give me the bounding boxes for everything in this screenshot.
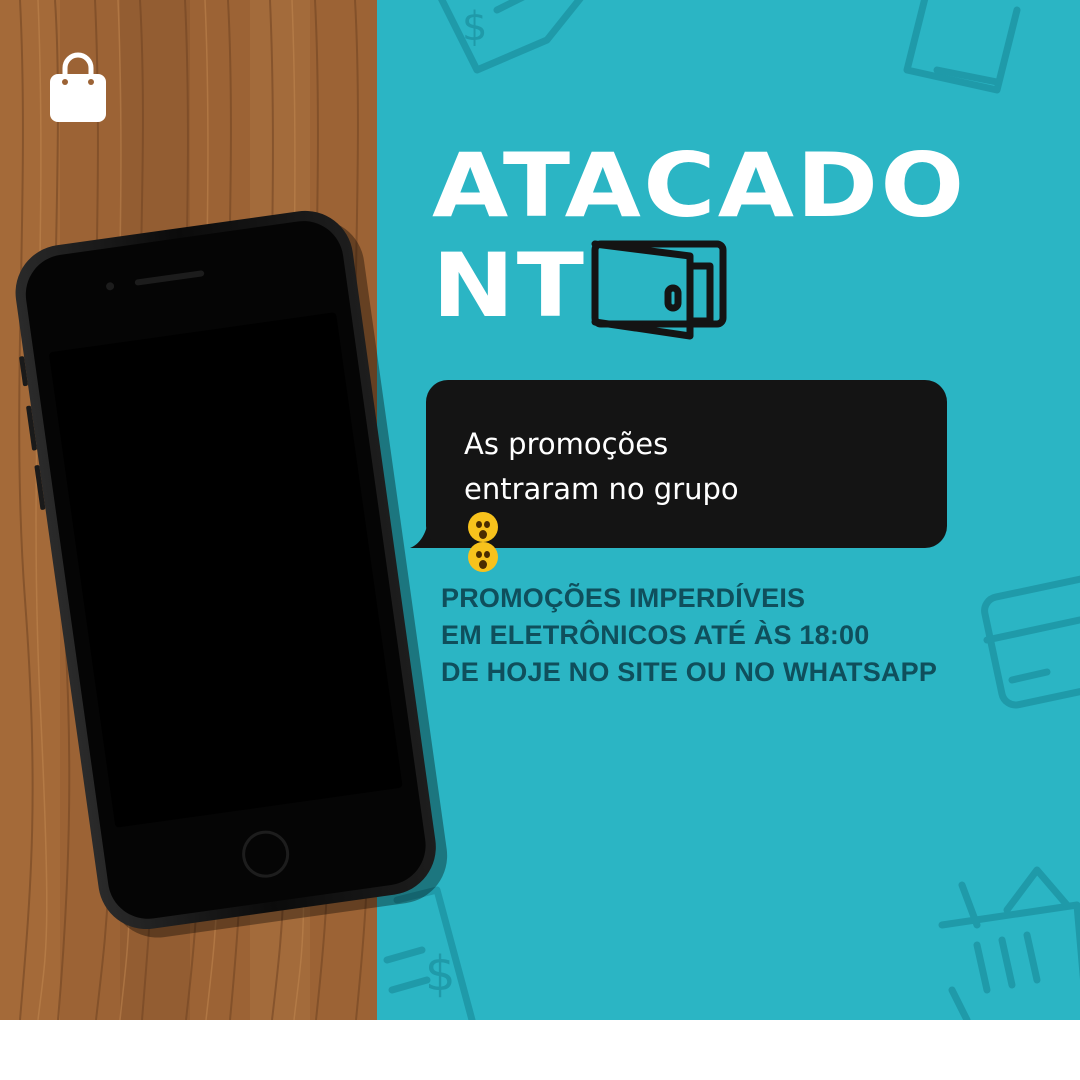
promo-line1: PROMOÇÕES IMPERDÍVEIS	[441, 583, 806, 613]
promo-post: $ $ ATACADO NT As promoções entraram no …	[0, 0, 1080, 1020]
astonished-face-emoji	[468, 512, 498, 542]
chat-message-line2-text: entraram no grupo	[464, 472, 739, 506]
chat-message-line1: As promoções	[464, 427, 669, 461]
wallet-icon	[591, 240, 727, 340]
chat-bubble: As promoções entraram no grupo	[426, 380, 947, 572]
brand-title-line2: NT	[432, 234, 587, 337]
promo-text: PROMOÇÕES IMPERDÍVEIS EM ELETRÔNICOS ATÉ…	[441, 580, 937, 691]
chat-message-line2: entraram no grupo	[464, 467, 748, 572]
promo-line3: DE HOJE NO SITE OU NO WHATSAPP	[441, 657, 938, 687]
chat-message: As promoções entraram no grupo	[464, 422, 748, 572]
astonished-face-emoji	[468, 542, 498, 572]
promo-line2: EM ELETRÔNICOS ATÉ ÀS 18:00	[441, 620, 870, 650]
brand-title-line1: ATACADO	[432, 134, 967, 237]
shopping-bag-icon	[50, 52, 106, 122]
